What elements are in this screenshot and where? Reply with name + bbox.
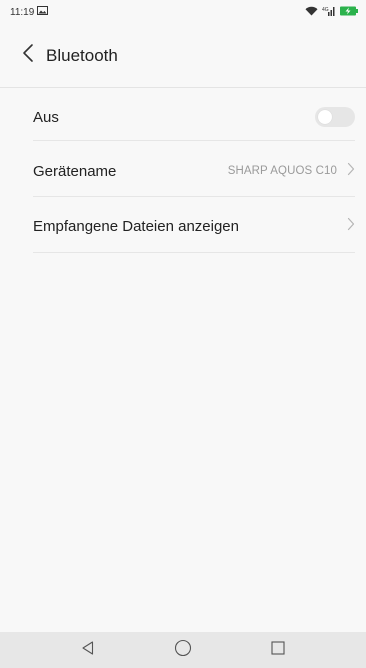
back-triangle-icon xyxy=(80,640,96,661)
received-files-label: Empfangene Dateien anzeigen xyxy=(33,217,239,235)
status-bar: 11:19 4G xyxy=(0,0,366,24)
signal-icon: 4G xyxy=(322,6,336,19)
nav-back-button[interactable] xyxy=(68,632,108,668)
bluetooth-toggle-label: Aus xyxy=(33,108,59,126)
nav-recents-button[interactable] xyxy=(258,632,298,668)
back-button[interactable] xyxy=(0,24,44,88)
nav-home-button[interactable] xyxy=(163,632,203,668)
chevron-right-icon xyxy=(347,217,355,236)
device-name-label: Gerätename xyxy=(33,162,117,180)
home-circle-icon xyxy=(174,639,192,662)
device-name-value-wrap: SHARP AQUOS C10 xyxy=(228,162,355,181)
recents-square-icon xyxy=(270,640,286,661)
status-left: 11:19 xyxy=(10,6,49,18)
page-title: Bluetooth xyxy=(46,45,118,65)
chevron-left-icon xyxy=(22,43,34,68)
bluetooth-toggle-switch[interactable] xyxy=(315,107,355,127)
device-name-value: SHARP AQUOS C10 xyxy=(227,165,337,177)
wifi-icon xyxy=(305,6,318,19)
divider xyxy=(33,252,355,253)
status-right: 4G xyxy=(305,6,358,19)
status-time: 11:19 xyxy=(10,6,35,18)
svg-text:4G: 4G xyxy=(322,7,329,13)
battery-charging-icon xyxy=(340,6,358,19)
received-files-row[interactable]: Empfangene Dateien anzeigen xyxy=(33,206,355,246)
divider xyxy=(33,140,355,141)
navigation-bar xyxy=(0,632,366,668)
bluetooth-toggle-row[interactable]: Aus xyxy=(33,98,355,136)
chevron-right-icon xyxy=(347,162,355,181)
toggle-knob xyxy=(318,110,332,124)
device-name-row[interactable]: Gerätename SHARP AQUOS C10 xyxy=(33,151,355,191)
image-icon xyxy=(37,6,49,18)
divider xyxy=(33,196,355,197)
app-bar: Bluetooth xyxy=(0,24,366,88)
